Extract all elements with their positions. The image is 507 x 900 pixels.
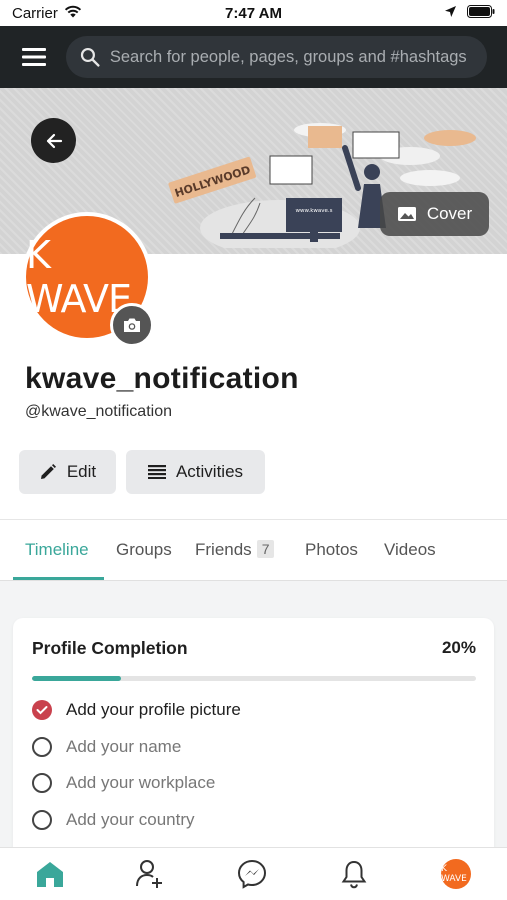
- cover-button-label: Cover: [426, 204, 473, 223]
- arrow-left-icon: [46, 133, 62, 148]
- nav-avatar: K WAVE: [441, 859, 471, 889]
- activities-button-label: Activities: [175, 462, 244, 481]
- home-icon: [37, 862, 63, 887]
- status-bar: Carrier 7:47 AM: [0, 0, 507, 26]
- profile-display-name: kwave_notification: [25, 362, 299, 395]
- task-label: Add your country: [66, 810, 195, 829]
- camera-icon: [124, 318, 140, 332]
- empty-circle-icon: [32, 737, 52, 757]
- search-input[interactable]: [109, 47, 487, 67]
- cover-screen-text: www.kwave.s: [295, 208, 332, 214]
- task-label: Add your workplace: [66, 773, 216, 792]
- search-icon: [80, 47, 100, 67]
- location-arrow-icon: [444, 5, 457, 22]
- friends-count-badge: 7: [256, 540, 275, 558]
- change-cover-button[interactable]: Cover: [380, 192, 489, 236]
- nav-friend-requests[interactable]: [134, 858, 166, 890]
- change-avatar-button[interactable]: [110, 303, 154, 347]
- tab-friends-label: Friends: [195, 540, 252, 559]
- completion-percent: 20%: [441, 638, 476, 657]
- task-label: Add your name: [66, 737, 182, 756]
- nav-notifications[interactable]: [338, 858, 370, 890]
- nav-messages[interactable]: [236, 858, 268, 890]
- task-label: Add your profile picture: [66, 700, 241, 719]
- wifi-icon: [64, 5, 82, 22]
- profile-completion-card: Profile Completion 20% Add your profile …: [13, 618, 494, 878]
- profile-username: @kwave_notification: [25, 403, 172, 420]
- nav-profile[interactable]: K WAVE: [440, 858, 472, 890]
- task-add-country[interactable]: Add your country: [32, 810, 195, 830]
- status-time: 7:47 AM: [225, 4, 282, 22]
- profile-tabs: Timeline Groups Friends 7 Photos Videos: [0, 519, 507, 581]
- completion-progress-fill: [32, 676, 121, 681]
- menu-button[interactable]: [20, 43, 48, 71]
- completion-title: Profile Completion: [32, 638, 188, 658]
- check-circle-icon: [32, 700, 52, 720]
- tab-groups[interactable]: Groups: [116, 540, 172, 560]
- tab-timeline[interactable]: Timeline: [25, 540, 89, 560]
- active-tab-indicator: [13, 577, 104, 580]
- bottom-nav: K WAVE: [0, 847, 507, 900]
- top-bar: [0, 26, 507, 88]
- empty-circle-icon: [32, 773, 52, 793]
- pencil-icon: [40, 464, 56, 479]
- hamburger-icon: [22, 48, 46, 66]
- edit-button-label: Edit: [66, 462, 97, 481]
- image-icon: [397, 207, 416, 221]
- completion-progress-bar: [32, 676, 476, 681]
- carrier-label: Carrier: [12, 4, 58, 22]
- list-icon: [147, 465, 166, 479]
- tab-photos[interactable]: Photos: [305, 540, 358, 560]
- activities-button[interactable]: Activities: [126, 450, 265, 494]
- back-button[interactable]: [31, 118, 76, 163]
- profile-header: K WAVE kwave_notification @kwave_notific…: [0, 212, 507, 519]
- battery-icon: [467, 4, 495, 22]
- profile-screen: Carrier 7:47 AM Search for people, pages…: [0, 0, 507, 900]
- tab-videos[interactable]: Videos: [384, 540, 436, 560]
- tab-friends[interactable]: Friends 7: [195, 540, 275, 560]
- search-bar[interactable]: [66, 36, 487, 78]
- bell-icon: [341, 860, 367, 889]
- nav-home[interactable]: [34, 858, 66, 890]
- edit-profile-button[interactable]: Edit: [19, 450, 116, 494]
- empty-circle-icon: [32, 810, 52, 830]
- task-add-profile-picture[interactable]: Add your profile picture: [32, 700, 241, 720]
- messenger-icon: [237, 859, 267, 889]
- task-add-workplace[interactable]: Add your workplace: [32, 773, 215, 793]
- add-user-icon: [136, 860, 162, 888]
- task-add-name[interactable]: Add your name: [32, 737, 181, 757]
